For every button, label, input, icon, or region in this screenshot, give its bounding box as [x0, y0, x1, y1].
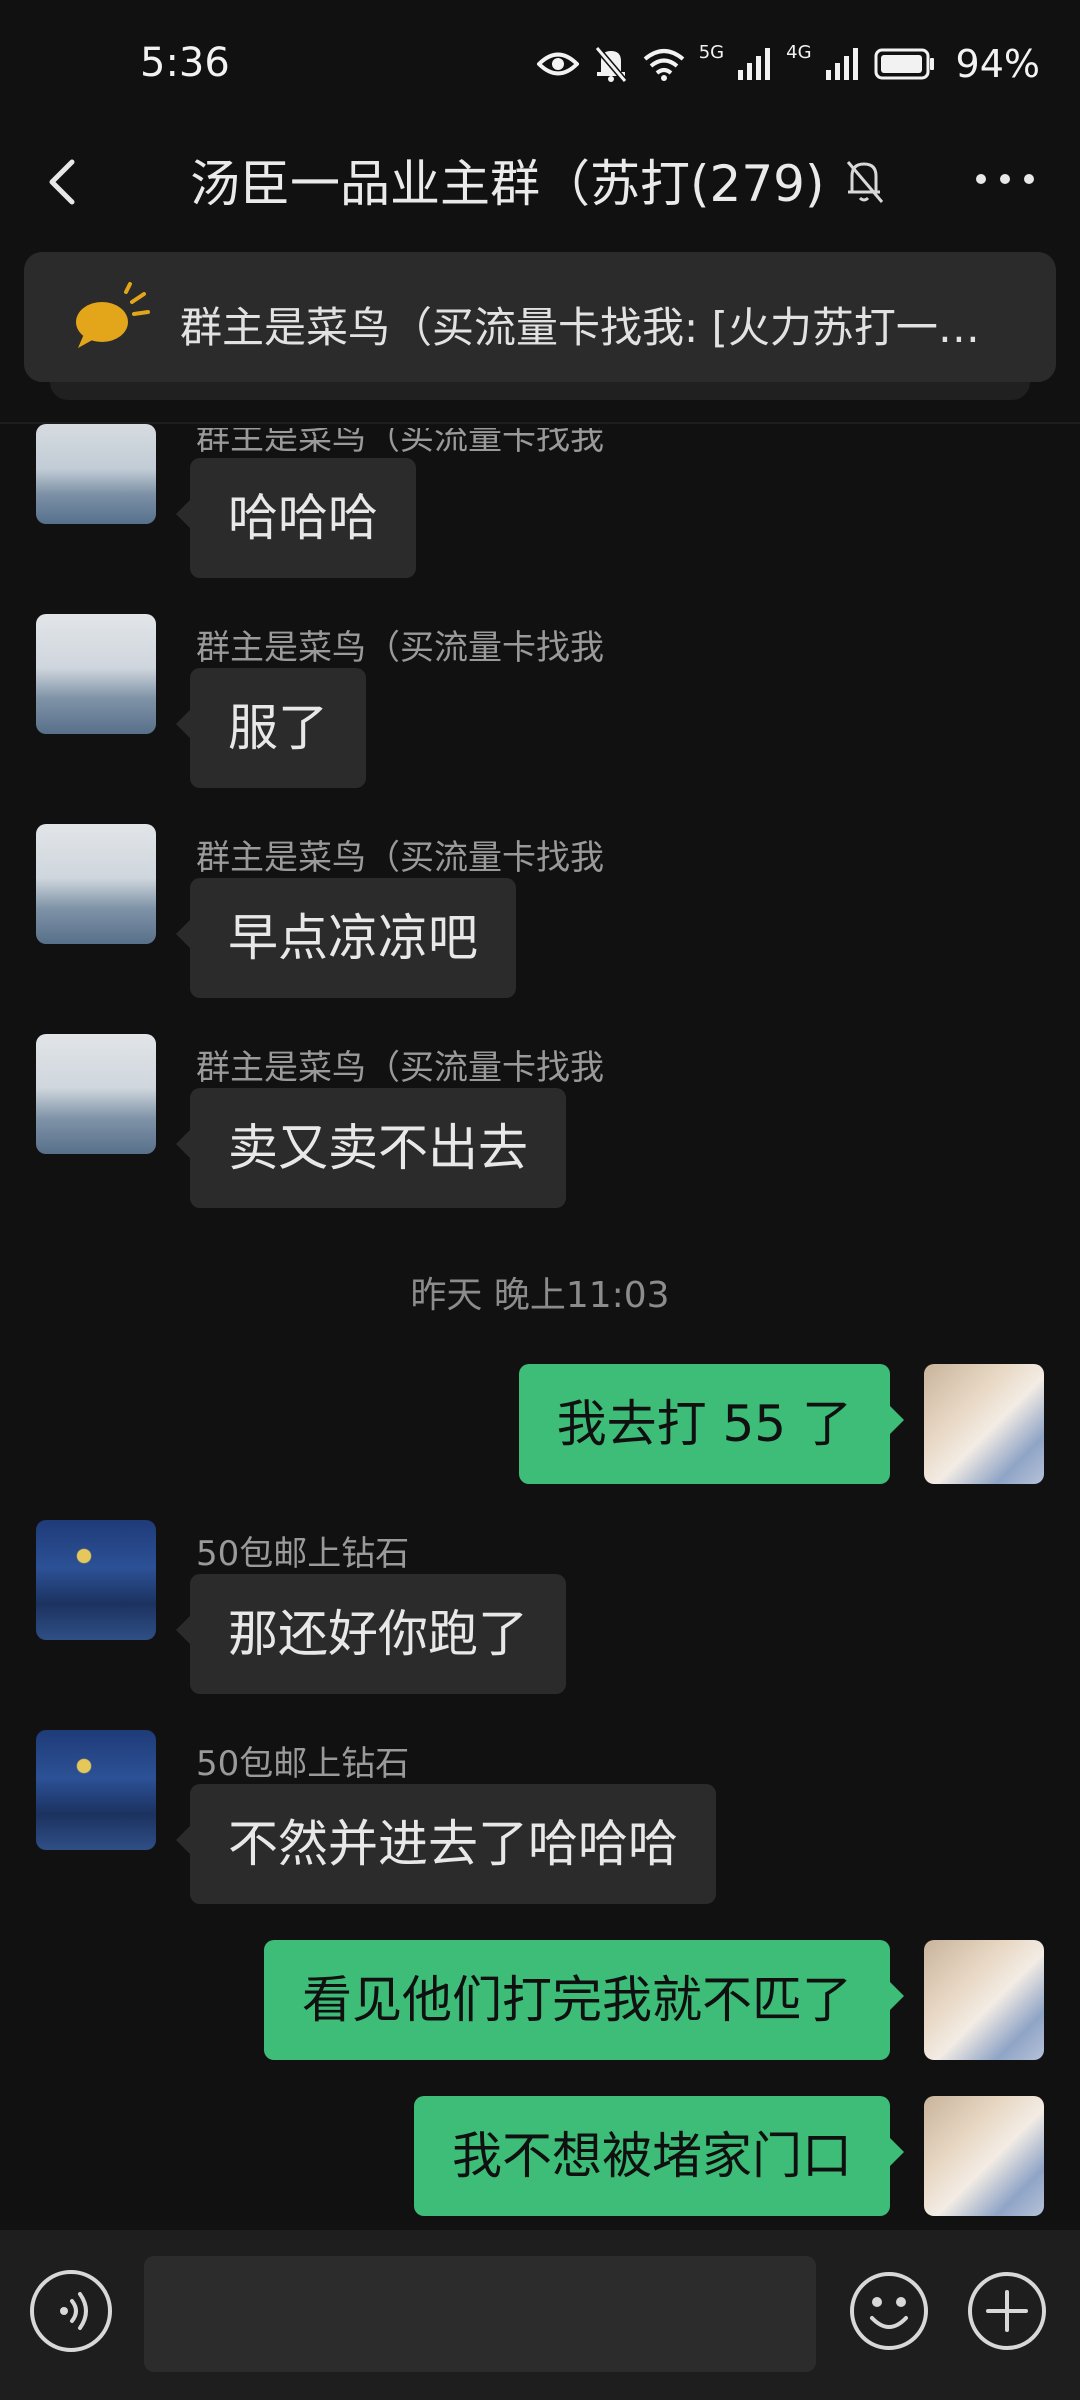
avatar[interactable] — [36, 1034, 156, 1154]
sender-name: 群主是菜鸟（买流量卡找我 — [196, 1048, 604, 1088]
wifi-icon — [643, 49, 685, 81]
avatar[interactable] — [36, 1520, 156, 1640]
avatar[interactable] — [36, 1730, 156, 1850]
chat-header: 汤臣一品业主群（苏打(279) — [0, 130, 1080, 240]
battery-icon — [874, 48, 934, 80]
message-bubble[interactable]: 看见他们打完我就不匹了 — [264, 1940, 904, 2060]
avatar[interactable] — [924, 1940, 1044, 2060]
more-dots-icon[interactable] — [976, 174, 1034, 184]
voice-icon[interactable] — [30, 2270, 112, 2352]
message-bubble[interactable]: 早点凉凉吧 — [176, 878, 516, 998]
chat-title[interactable]: 汤臣一品业主群（苏打(279) — [190, 144, 824, 216]
avatar[interactable] — [36, 824, 156, 944]
chevron-left-icon[interactable] — [34, 152, 94, 212]
plus-icon[interactable] — [966, 2270, 1048, 2352]
message-bubble[interactable]: 我不想被堵家门口 — [414, 2096, 904, 2216]
message-bubble[interactable]: 我去打 55 了 — [518, 1364, 905, 1484]
status-time: 5:36 — [140, 40, 230, 86]
sender-name: 群主是菜鸟（买流量卡找我 — [196, 628, 604, 668]
sender-name: 50包邮上钻石 — [196, 1744, 410, 1784]
battery-percent: 94% — [955, 42, 1040, 86]
timestamp: 昨天 晚上11:03 — [410, 1275, 670, 1316]
sender-name: 群主是菜鸟（买流量卡找我 — [196, 418, 604, 458]
avatar[interactable] — [36, 424, 156, 524]
status-icons: 5G 4G 94% — [536, 42, 1040, 86]
input-bar — [0, 2230, 1080, 2400]
message-bubble[interactable]: 卖又卖不出去 — [176, 1088, 566, 1208]
message-bubble[interactable]: 那还好你跑了 — [176, 1574, 566, 1694]
divider — [0, 422, 1080, 424]
group-announcement[interactable]: 群主是菜鸟（买流量卡找我: [火力苏打一… — [24, 252, 1056, 382]
announcement-text: 群主是菜鸟（买流量卡找我: [火力苏打一… — [180, 303, 980, 352]
avatar[interactable] — [924, 2096, 1044, 2216]
message-input[interactable] — [144, 2256, 816, 2372]
signal-icon — [825, 48, 858, 80]
message-bubble[interactable]: 服了 — [176, 668, 366, 788]
avatar[interactable] — [36, 614, 156, 734]
sender-name: 50包邮上钻石 — [196, 1534, 410, 1574]
message-bubble[interactable]: 哈哈哈 — [176, 458, 416, 578]
message-bubble[interactable]: 不然并进去了哈哈哈 — [176, 1784, 716, 1904]
horn-icon — [76, 282, 150, 348]
status-bar: 5:36 5G 4G 94% — [0, 0, 1080, 130]
bell-off-icon — [594, 46, 628, 83]
bell-off-icon — [846, 161, 884, 203]
eye-icon — [536, 52, 579, 76]
signal-icon — [738, 48, 771, 80]
emoji-icon[interactable] — [848, 2270, 930, 2352]
network-type-1: 5G — [698, 42, 725, 63]
avatar[interactable] — [924, 1364, 1044, 1484]
network-type-2: 4G — [786, 42, 812, 63]
sender-name: 群主是菜鸟（买流量卡找我 — [196, 838, 604, 878]
